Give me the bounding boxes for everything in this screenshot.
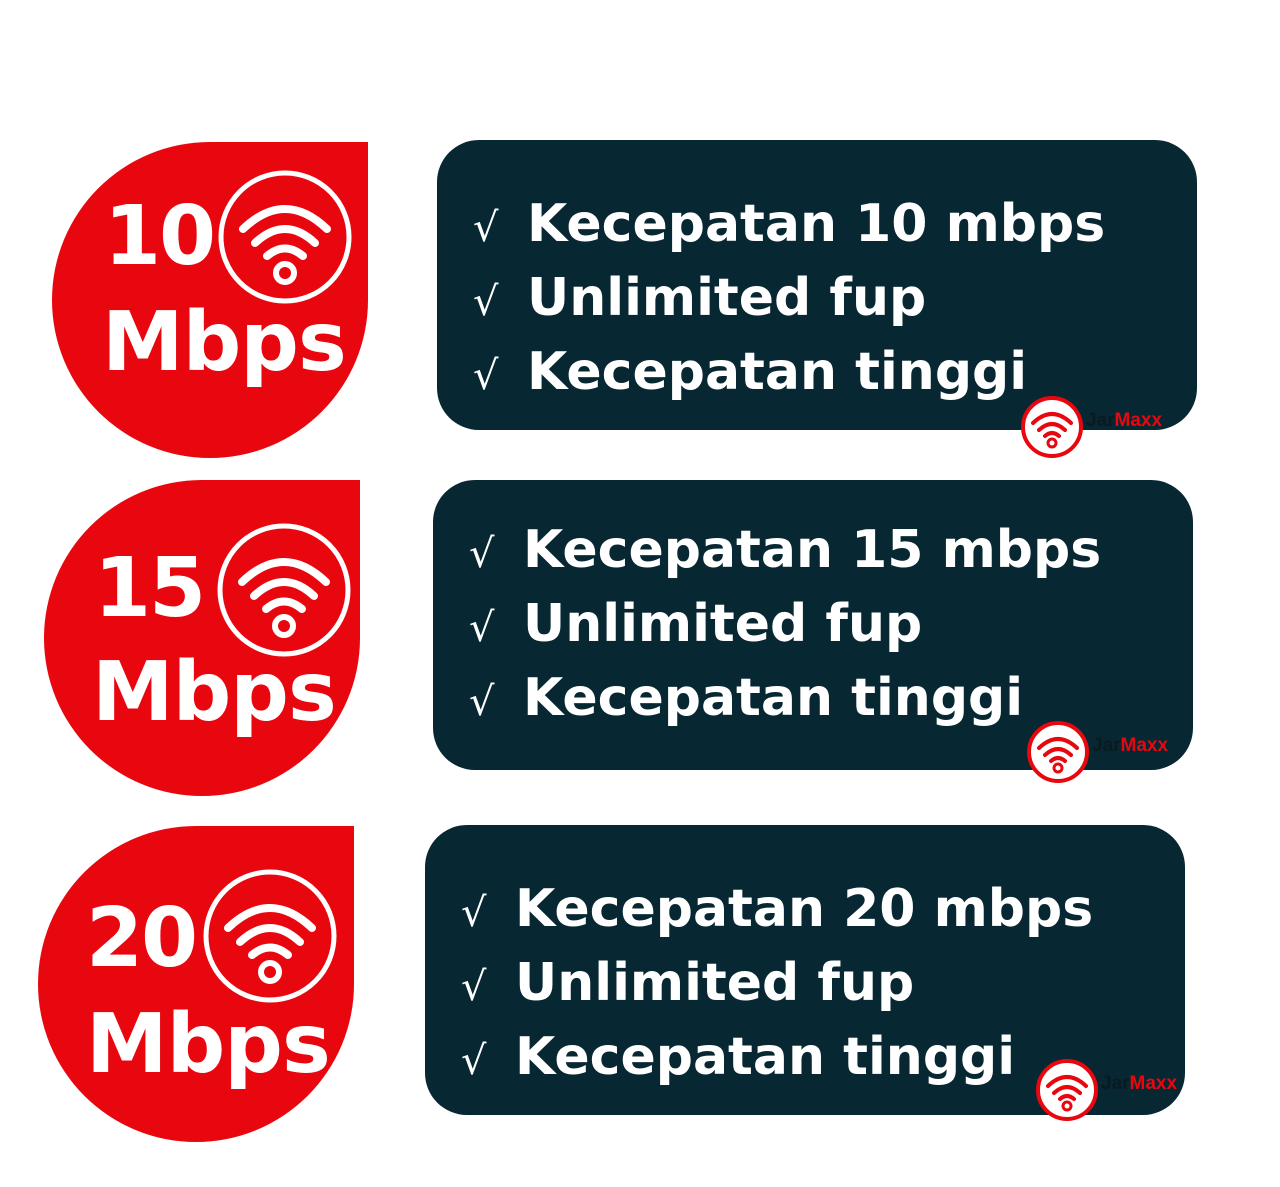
badge-speed-unit: Mbps [86,997,331,1092]
wifi-icon [203,869,337,1003]
wifi-icon [217,523,351,657]
check-icon: √ [461,890,487,936]
check-icon: √ [469,605,495,651]
brand-logo: JarMaxx [1035,1058,1235,1122]
check-icon: √ [461,1038,487,1084]
feature-line-3: √ Kecepatan tinggi [469,668,1024,728]
wifi-logo-icon [1027,721,1089,783]
check-icon: √ [469,531,495,577]
plan-20: 20 Mbps √ Kecepatan 20 mbps √ Unlimited fu… [0,0,1280,1142]
badge-speed-number: 15 [94,541,206,636]
feature-line-1: √ Kecepatan 20 mbps [461,879,1094,939]
badge-speed-unit: Mbps [92,645,337,740]
logo-text: JarMaxx [1101,1073,1178,1094]
check-icon: √ [473,353,499,399]
check-icon: √ [461,964,487,1010]
wifi-logo-icon [1036,1059,1098,1121]
feature-line-2: √ Unlimited fup [461,953,915,1013]
check-icon: √ [469,679,495,725]
logo-text: JarMaxx [1086,410,1163,431]
feature-line-1: √ Kecepatan 15 mbps [469,520,1102,580]
brand-logo: JarMaxx [1026,720,1226,784]
feature-line-3: √ Kecepatan tinggi [461,1027,1016,1087]
speed-badge: 15 Mbps [44,480,360,796]
wifi-logo-icon [1021,396,1083,458]
badge-speed-number: 20 [86,891,198,986]
feature-line-2: √ Unlimited fup [469,594,923,654]
logo-text: JarMaxx [1092,735,1169,756]
brand-logo: JarMaxx [1020,395,1220,459]
feature-line-3: √ Kecepatan tinggi [473,342,1028,402]
speed-badge: 20 Mbps [38,826,354,1142]
